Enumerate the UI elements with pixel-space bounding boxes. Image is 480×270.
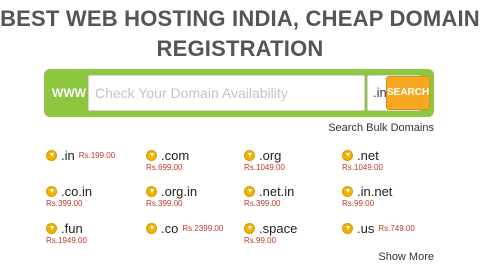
- headline-line-2: REGISTRATION: [156, 36, 324, 61]
- domain-tld: .org.in: [161, 184, 198, 199]
- domain-item-space[interactable]: .space Rs.99.00: [244, 221, 340, 255]
- domain-item-org[interactable]: .org Rs.1049.00: [244, 148, 340, 182]
- search-bulk-domains-link[interactable]: Search Bulk Domains: [328, 122, 434, 134]
- domain-tld: .net.in: [259, 184, 295, 199]
- domain-price: Rs.1949.00: [46, 236, 87, 245]
- domain-price: Rs.399.00: [146, 199, 183, 208]
- show-more-link[interactable]: Show More: [378, 251, 434, 263]
- domain-price: Rs.1049.00: [342, 163, 383, 172]
- domain-item-fun[interactable]: .fun Rs.1949.00: [46, 221, 142, 255]
- domain-price: Rs.1049.00: [244, 163, 285, 172]
- rupee-coin-icon: [244, 150, 255, 161]
- rupee-coin-icon: [46, 186, 57, 197]
- rupee-coin-icon: [244, 186, 255, 197]
- tld-select-value: .in: [373, 85, 387, 100]
- rupee-coin-icon: [146, 150, 157, 161]
- domain-tld: .us: [357, 221, 375, 236]
- search-button[interactable]: SEARCH: [386, 76, 430, 110]
- domain-price: Rs.749.00: [378, 224, 415, 233]
- domain-tld: .in: [61, 148, 75, 163]
- domain-price-grid: .in Rs.199.00 .com Rs.699.00 .org Rs.104…: [46, 148, 446, 260]
- rupee-coin-icon: [342, 223, 353, 234]
- rupee-coin-icon: [46, 150, 57, 161]
- domain-item-us[interactable]: .us Rs.749.00: [342, 221, 438, 255]
- domain-item-com[interactable]: .com Rs.699.00: [146, 148, 242, 182]
- rupee-coin-icon: [244, 223, 255, 234]
- domain-price: Rs.199.00: [78, 151, 116, 160]
- domain-price: Rs.399.00: [244, 199, 281, 208]
- page-headline: BEST WEB HOSTING INDIA, CHEAP DOMAIN REG…: [0, 4, 480, 64]
- domain-tld: .fun: [61, 221, 83, 236]
- domain-item-in-net[interactable]: .in.net Rs.99.00: [342, 184, 438, 218]
- domain-item-co-in[interactable]: .co.in Rs.399.00: [46, 184, 142, 218]
- domain-item-net-in[interactable]: .net.in Rs.399.00: [244, 184, 340, 218]
- domain-price: Rs.99.00: [244, 236, 277, 245]
- headline-line-1: BEST WEB HOSTING INDIA, CHEAP DOMAIN: [0, 6, 480, 31]
- domain-tld: .co: [161, 221, 179, 236]
- rupee-coin-icon: [342, 186, 353, 197]
- domain-item-net[interactable]: .net Rs.1049.00: [342, 148, 438, 182]
- domain-search-bar: WWW .in SEARCH: [44, 69, 434, 117]
- rupee-coin-icon: [146, 186, 157, 197]
- domain-item-org-in[interactable]: .org.in Rs.399.00: [146, 184, 242, 218]
- domain-tld: .org: [259, 148, 282, 163]
- domain-item-in[interactable]: .in Rs.199.00: [46, 148, 142, 182]
- domain-price: Rs.99.00: [342, 199, 375, 208]
- domain-tld: .space: [259, 221, 298, 236]
- rupee-coin-icon: [46, 223, 57, 234]
- domain-price: Rs.399.00: [46, 199, 83, 208]
- domain-tld: .co.in: [61, 184, 93, 199]
- domain-tld: .com: [161, 148, 190, 163]
- domain-tld: .net: [357, 148, 379, 163]
- domain-item-co[interactable]: .co Rs.2399.00: [146, 221, 242, 255]
- www-prefix-label: WWW: [52, 86, 86, 100]
- rupee-coin-icon: [342, 150, 353, 161]
- domain-tld: .in.net: [357, 184, 393, 199]
- rupee-coin-icon: [146, 223, 157, 234]
- domain-price: Rs.2399.00: [182, 224, 224, 233]
- domain-search-input[interactable]: [88, 75, 365, 111]
- domain-price: Rs.699.00: [146, 163, 183, 172]
